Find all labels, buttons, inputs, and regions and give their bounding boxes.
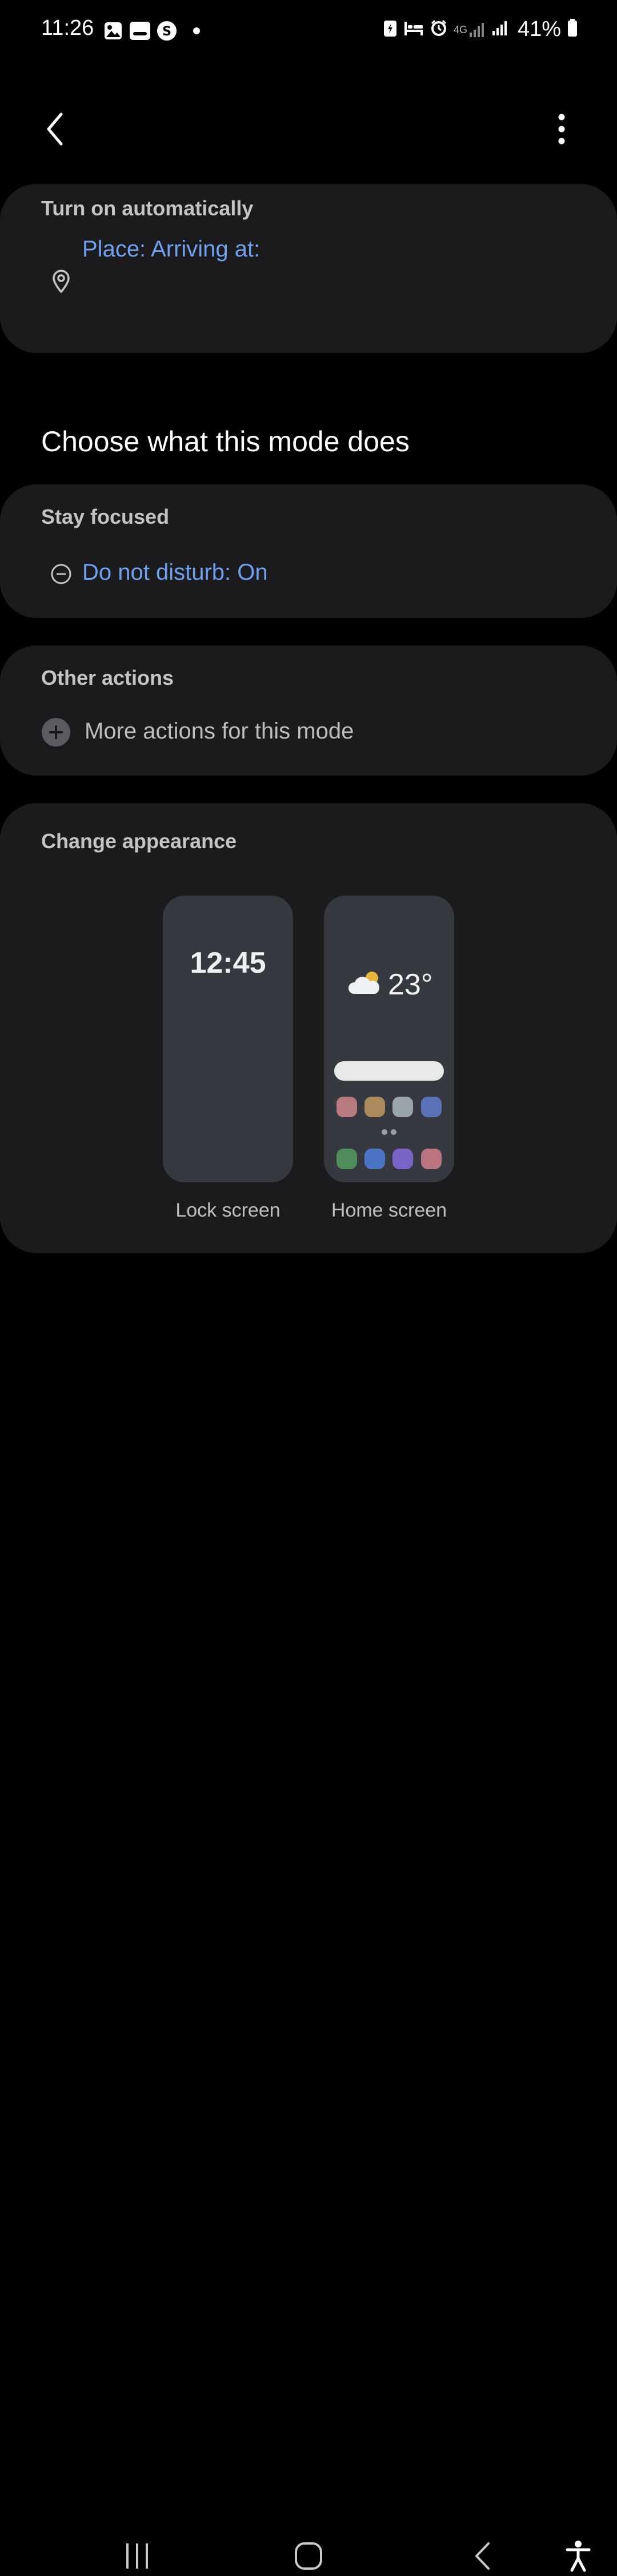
battery-saver-icon	[383, 18, 398, 41]
app-icon-preview	[421, 1097, 442, 1117]
section-heading: Choose what this mode does	[41, 426, 410, 458]
home-button[interactable]	[286, 2536, 331, 2576]
samsung-pay-icon: S	[155, 19, 178, 42]
recents-icon	[126, 2543, 148, 2569]
back-icon	[475, 2542, 490, 2570]
do-not-disturb-link[interactable]: Do not disturb: On	[82, 560, 268, 585]
lock-screen-time: 12:45	[190, 946, 266, 980]
accessibility-button[interactable]	[555, 2536, 601, 2576]
app-icon-preview	[336, 1097, 357, 1117]
lock-screen-preview[interactable]: 12:45	[163, 896, 293, 1182]
home-screen-preview[interactable]: 23°	[324, 896, 454, 1182]
chevron-left-icon	[47, 113, 63, 146]
app-icon-preview	[336, 1149, 357, 1169]
sleep-icon	[403, 19, 424, 39]
stay-focused-title: Stay focused	[41, 505, 170, 528]
status-bar: 11:26 S 4G 41%	[0, 0, 617, 57]
partly-cloudy-icon	[348, 970, 383, 997]
accessibility-icon	[566, 2541, 591, 2572]
more-vert-icon	[558, 114, 565, 145]
add-circle-icon	[41, 717, 71, 747]
more-options-button[interactable]	[543, 107, 580, 151]
app-icon-preview	[364, 1149, 385, 1169]
signal-4g-icon: 4G	[454, 21, 486, 38]
media-icon	[128, 19, 152, 42]
other-actions-title: Other actions	[41, 666, 174, 689]
search-bar-preview	[334, 1061, 444, 1081]
battery-icon	[567, 18, 578, 41]
gallery-icon	[103, 19, 123, 42]
notification-dot-icon	[191, 19, 202, 42]
location-pin-icon	[51, 270, 71, 294]
back-button[interactable]	[35, 107, 73, 151]
home-icon	[295, 2542, 322, 2570]
minus-circle-icon	[50, 563, 72, 585]
change-appearance-card: Change appearance	[0, 803, 617, 1253]
alarm-icon	[430, 19, 448, 40]
recents-button[interactable]	[114, 2536, 160, 2576]
turn-on-automatically-card: Turn on automatically Place: Arriving at…	[0, 184, 617, 353]
place-arriving-link[interactable]: Place: Arriving at:	[82, 236, 260, 262]
change-appearance-title: Change appearance	[41, 829, 237, 853]
svg-text:S: S	[162, 25, 171, 39]
app-icon-preview	[364, 1097, 385, 1117]
lock-screen-label: Lock screen	[175, 1199, 281, 1221]
status-time: 11:26	[41, 16, 94, 40]
navigation-bar	[0, 1257, 617, 2572]
more-actions-button[interactable]: More actions for this mode	[85, 719, 354, 744]
page-indicator-dot	[391, 1129, 396, 1135]
battery-percent: 41%	[517, 17, 561, 41]
home-screen-temperature: 23°	[388, 968, 433, 1001]
stay-focused-card: Stay focused Do not disturb: On	[0, 484, 617, 618]
signal-icon	[491, 19, 508, 39]
back-nav-button[interactable]	[459, 2536, 505, 2576]
network-label: 4G	[453, 23, 467, 35]
app-icon-preview	[392, 1097, 413, 1117]
app-icon-preview	[421, 1149, 442, 1169]
status-indicators: 4G 41%	[383, 17, 578, 42]
home-screen-label: Home screen	[331, 1199, 447, 1221]
app-icon-preview	[392, 1149, 413, 1169]
other-actions-card: Other actions More actions for this mode	[0, 645, 617, 776]
page-indicator-dot	[382, 1129, 387, 1135]
turn-on-title: Turn on automatically	[41, 196, 254, 220]
